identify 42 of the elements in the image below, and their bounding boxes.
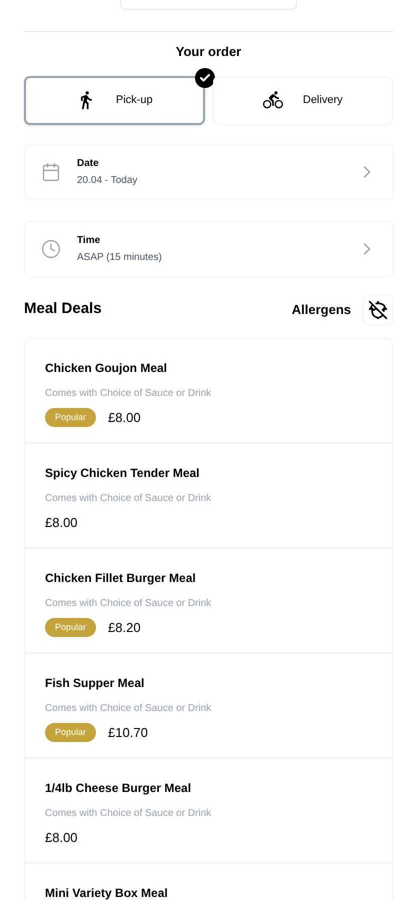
- delivery-mode-tab[interactable]: Pick-up: [24, 76, 204, 124]
- section-title: Meal Deals: [24, 299, 102, 320]
- cyclist-icon: [262, 90, 283, 110]
- item-description: Comes with Choice of Sauce or Drink: [45, 806, 212, 820]
- item-price: £8.20: [108, 618, 141, 636]
- setting-value: 20.04 - Today: [77, 174, 138, 188]
- clock-icon: [41, 238, 61, 258]
- item-price: £8.00: [108, 408, 141, 426]
- section-title: Your order: [176, 43, 242, 61]
- menu-item-card[interactable]: Mini Variety Box Meal: [25, 864, 392, 900]
- item-name: Chicken Goujon Meal: [45, 360, 168, 376]
- menu-item-card[interactable]: Spicy Chicken Tender Meal Comes with Choice of Sauce or Drink £8.00: [25, 444, 392, 548]
- popular-badge: Popular: [45, 618, 96, 637]
- item-name: Fish Supper Meal: [45, 674, 146, 692]
- menu-item-card[interactable]: Chicken Fillet Burger Meal Comes with Choice of Sauce or Drink Popular £8.20: [25, 548, 392, 654]
- item-description: Comes with Choice of Sauce or Drink: [45, 596, 212, 610]
- item-description: Comes with Choice of Sauce or Drink: [45, 702, 212, 716]
- item-price: £8.00: [45, 828, 78, 846]
- item-price: £8.00: [45, 514, 78, 532]
- check-icon: [194, 68, 214, 88]
- item-price: £10.70: [108, 724, 148, 742]
- order-setting-row[interactable]: Time ASAP (15 minutes): [24, 220, 394, 276]
- order-setting-row[interactable]: Date 20.04 - Today: [24, 144, 394, 200]
- item-name: Mini Variety Box Meal: [45, 884, 169, 900]
- item-name: 1/4lb Cheese Burger Meal: [45, 780, 192, 796]
- setting-label: Date: [77, 156, 99, 170]
- popular-badge: Popular: [45, 722, 96, 742]
- item-description: Comes with Choice of Sauce or Drink: [45, 492, 212, 506]
- delivery-mode-tab[interactable]: Delivery: [212, 76, 393, 124]
- menu-item-card[interactable]: Fish Supper Meal Comes with Choice of Sauce or Drink Popular £10.70: [25, 654, 392, 758]
- setting-label: Time: [77, 234, 100, 248]
- menu-item-card[interactable]: Chicken Goujon Meal Comes with Choice of Sauce or Drink Popular £8.00: [25, 338, 392, 444]
- popular-badge: Popular: [45, 408, 96, 427]
- allergens-button[interactable]: [363, 294, 393, 324]
- menu-item-card[interactable]: 1/4lb Cheese Burger Meal Comes with Choice of Sauce or Drink £8.00: [25, 758, 392, 864]
- nut-off-icon: [368, 300, 388, 320]
- item-name: Chicken Fillet Burger Meal: [45, 570, 197, 586]
- calendar-icon: [41, 162, 61, 182]
- setting-value: ASAP (15 minutes): [77, 250, 162, 264]
- allergens-label: Allergens: [292, 300, 351, 319]
- item-name: Spicy Chicken Tender Meal: [45, 464, 200, 482]
- item-description: Comes with Choice of Sauce or Drink: [45, 386, 212, 400]
